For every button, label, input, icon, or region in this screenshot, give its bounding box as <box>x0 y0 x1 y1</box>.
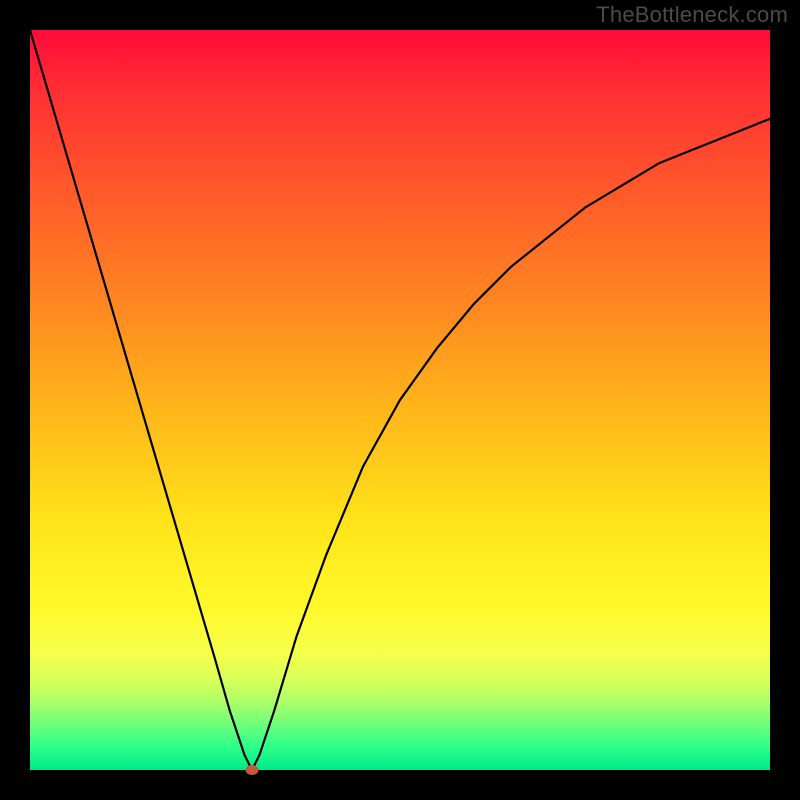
plot-area <box>30 30 770 770</box>
bottleneck-curve <box>30 30 770 770</box>
chart-container: TheBottleneck.com <box>0 0 800 800</box>
curve-svg <box>30 30 770 770</box>
vertex-dot-icon <box>246 766 258 775</box>
watermark-text: TheBottleneck.com <box>596 2 788 28</box>
